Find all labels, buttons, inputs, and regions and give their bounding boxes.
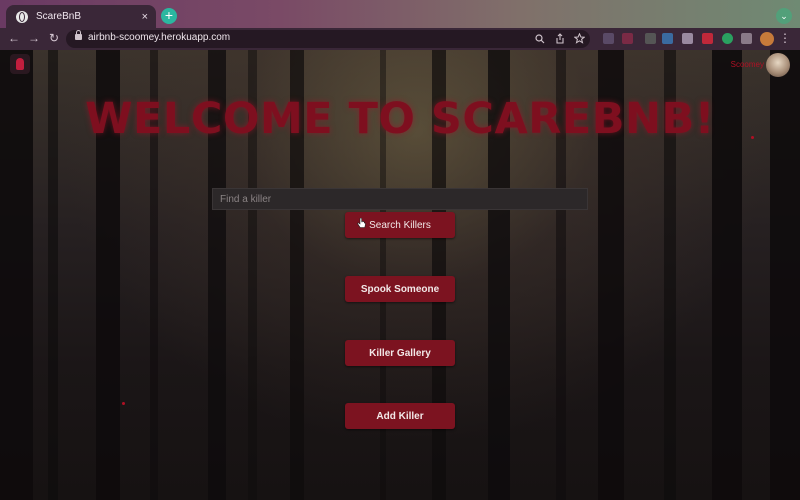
zoom-icon[interactable] <box>535 34 545 44</box>
tab-search-button[interactable]: ⌄ <box>776 8 792 24</box>
extension-icon[interactable] <box>702 33 713 44</box>
browser-toolbar: ← → ↻ airbnb-scoomey.herokuapp.com ⋮ <box>0 28 800 50</box>
url-text: airbnb-scoomey.herokuapp.com <box>88 32 231 43</box>
extension-icon[interactable] <box>603 33 614 44</box>
new-tab-button[interactable]: + <box>161 8 177 24</box>
browser-tab[interactable]: ScareBnB × <box>6 5 156 28</box>
site-logo[interactable] <box>10 54 30 74</box>
extension-icon[interactable] <box>722 33 733 44</box>
spook-someone-button[interactable]: Spook Someone <box>345 276 455 302</box>
page-content: Scoomey WELCOME TO SCAREBNB! Search Kill… <box>0 50 800 500</box>
puzzle-icon[interactable] <box>741 33 752 44</box>
add-killer-button[interactable]: Add Killer <box>345 403 455 429</box>
page-title: WELCOME TO SCAREBNB! <box>85 94 715 144</box>
extension-icon[interactable] <box>682 33 693 44</box>
tab-title: ScareBnB <box>36 11 82 22</box>
share-icon[interactable] <box>555 33 565 44</box>
browser-tab-strip: ScareBnB × + ⌄ <box>0 0 800 28</box>
extension-icon[interactable] <box>622 33 633 44</box>
tab-close-icon[interactable]: × <box>142 11 148 23</box>
nav-username[interactable]: Scoomey <box>731 60 764 69</box>
search-input[interactable] <box>212 188 588 210</box>
lock-icon[interactable] <box>75 30 82 40</box>
back-button[interactable]: ← <box>6 31 22 45</box>
decorative-dot <box>122 402 125 405</box>
killer-gallery-button[interactable]: Killer Gallery <box>345 340 455 366</box>
bookmark-star-icon[interactable] <box>574 33 585 44</box>
hand-cursor-icon <box>357 218 366 228</box>
user-avatar[interactable] <box>766 53 790 77</box>
forward-button[interactable]: → <box>26 31 42 45</box>
extension-icon[interactable] <box>645 33 656 44</box>
browser-menu-icon[interactable]: ⋮ <box>779 31 791 45</box>
reload-button[interactable]: ↻ <box>46 31 62 45</box>
globe-icon <box>16 10 28 23</box>
avatar[interactable] <box>760 32 774 46</box>
address-bar[interactable]: airbnb-scoomey.herokuapp.com <box>66 30 590 48</box>
extension-icon[interactable] <box>662 33 673 44</box>
